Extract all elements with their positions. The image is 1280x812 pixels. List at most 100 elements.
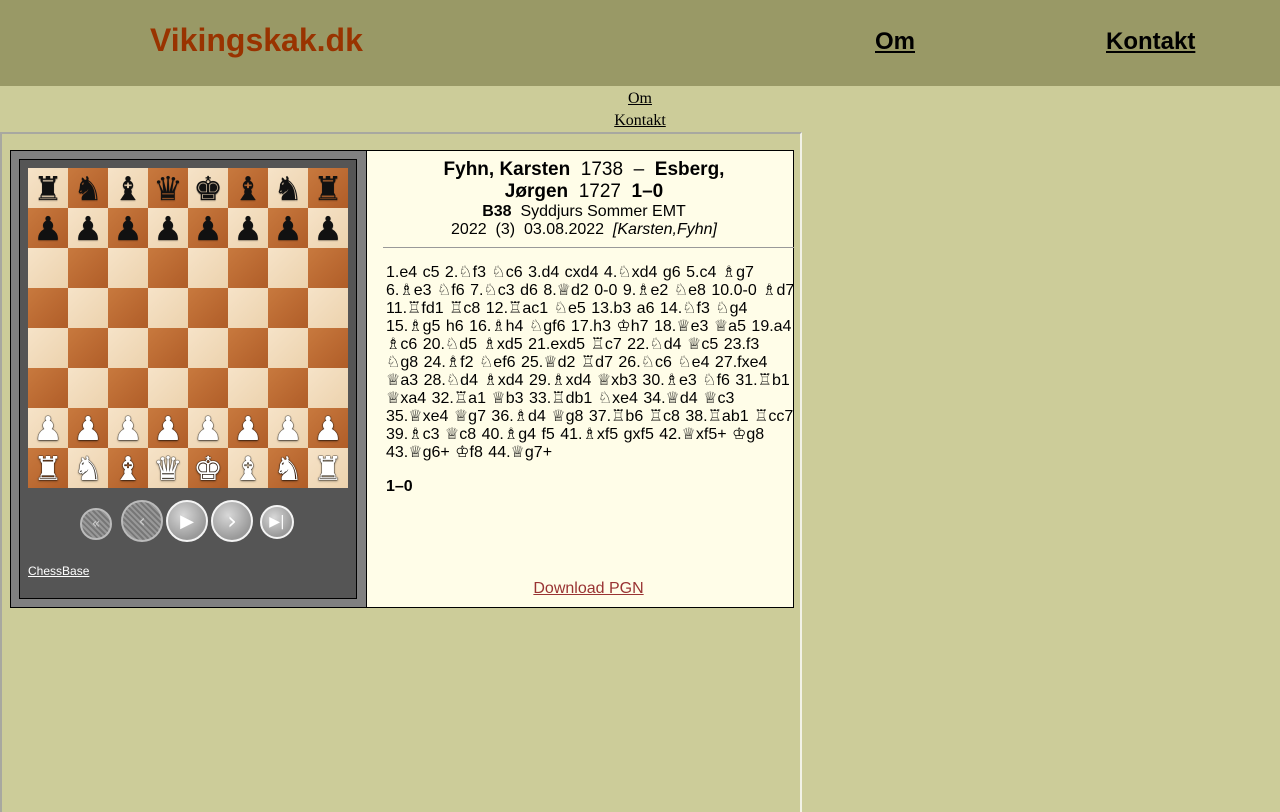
square-e4[interactable] xyxy=(188,328,228,368)
black-rook-icon[interactable]: ♜ xyxy=(33,172,63,205)
black-rook-icon[interactable]: ♜ xyxy=(313,172,343,205)
square-a5[interactable] xyxy=(28,288,68,328)
square-f2[interactable]: ♟ xyxy=(228,408,268,448)
square-g1[interactable]: ♞ xyxy=(268,448,308,488)
play-button[interactable]: ▶ xyxy=(166,500,208,542)
last-move-button[interactable]: ▶| xyxy=(260,505,294,539)
square-b1[interactable]: ♞ xyxy=(68,448,108,488)
square-d4[interactable] xyxy=(148,328,188,368)
square-h4[interactable] xyxy=(308,328,348,368)
black-pawn-icon[interactable]: ♟ xyxy=(193,212,223,245)
white-queen-icon[interactable]: ♛ xyxy=(153,452,183,485)
square-e1[interactable]: ♚ xyxy=(188,448,228,488)
square-b3[interactable] xyxy=(68,368,108,408)
square-g8[interactable]: ♞ xyxy=(268,168,308,208)
next-move-button[interactable]: › xyxy=(211,500,253,542)
black-pawn-icon[interactable]: ♟ xyxy=(73,212,103,245)
square-b6[interactable] xyxy=(68,248,108,288)
square-h1[interactable]: ♜ xyxy=(308,448,348,488)
square-e5[interactable] xyxy=(188,288,228,328)
square-a4[interactable] xyxy=(28,328,68,368)
header-nav-kontakt[interactable]: Kontakt xyxy=(1106,28,1195,56)
square-d3[interactable] xyxy=(148,368,188,408)
white-rook-icon[interactable]: ♜ xyxy=(33,452,63,485)
download-pgn-link[interactable]: Download PGN xyxy=(375,580,802,598)
square-a6[interactable] xyxy=(28,248,68,288)
square-f4[interactable] xyxy=(228,328,268,368)
square-f7[interactable]: ♟ xyxy=(228,208,268,248)
square-h3[interactable] xyxy=(308,368,348,408)
chessbase-link[interactable]: ChessBase xyxy=(28,564,89,578)
square-f3[interactable] xyxy=(228,368,268,408)
white-pawn-icon[interactable]: ♟ xyxy=(73,412,103,445)
square-d6[interactable] xyxy=(148,248,188,288)
square-b4[interactable] xyxy=(68,328,108,368)
square-f5[interactable] xyxy=(228,288,268,328)
square-g7[interactable]: ♟ xyxy=(268,208,308,248)
header-nav-om[interactable]: Om xyxy=(875,28,915,56)
square-f1[interactable]: ♝ xyxy=(228,448,268,488)
prev-move-button[interactable]: ‹ xyxy=(121,500,163,542)
square-b7[interactable]: ♟ xyxy=(68,208,108,248)
square-h2[interactable]: ♟ xyxy=(308,408,348,448)
square-a1[interactable]: ♜ xyxy=(28,448,68,488)
square-d7[interactable]: ♟ xyxy=(148,208,188,248)
square-c2[interactable]: ♟ xyxy=(108,408,148,448)
white-pawn-icon[interactable]: ♟ xyxy=(33,412,63,445)
square-a3[interactable] xyxy=(28,368,68,408)
square-a2[interactable]: ♟ xyxy=(28,408,68,448)
white-pawn-icon[interactable]: ♟ xyxy=(233,412,263,445)
subnav-om[interactable]: Om xyxy=(628,88,652,110)
square-d2[interactable]: ♟ xyxy=(148,408,188,448)
black-queen-icon[interactable]: ♛ xyxy=(153,172,183,205)
white-bishop-icon[interactable]: ♝ xyxy=(113,452,143,485)
white-bishop-icon[interactable]: ♝ xyxy=(233,452,263,485)
square-h6[interactable] xyxy=(308,248,348,288)
square-h5[interactable] xyxy=(308,288,348,328)
black-pawn-icon[interactable]: ♟ xyxy=(113,212,143,245)
square-g4[interactable] xyxy=(268,328,308,368)
square-d1[interactable]: ♛ xyxy=(148,448,188,488)
white-knight-icon[interactable]: ♞ xyxy=(73,452,103,485)
site-title[interactable]: Vikingskak.dk xyxy=(150,22,363,59)
square-e6[interactable] xyxy=(188,248,228,288)
square-b8[interactable]: ♞ xyxy=(68,168,108,208)
square-b5[interactable] xyxy=(68,288,108,328)
black-bishop-icon[interactable]: ♝ xyxy=(233,172,263,205)
white-rook-icon[interactable]: ♜ xyxy=(313,452,343,485)
chess-board[interactable]: ♜ ♞ ♝ ♛ ♚ ♝ ♞ ♜ ♟ ♟ ♟ ♟ ♟ ♟ ♟ ♟ ♟ ♟ ♟ ♟ ♟ ♟ ♟ ♟ ♜ ♞ ♝ ♛ ♚ ♝ ♞ ♜ xyxy=(28,168,348,488)
square-d5[interactable] xyxy=(148,288,188,328)
square-h7[interactable]: ♟ xyxy=(308,208,348,248)
square-c1[interactable]: ♝ xyxy=(108,448,148,488)
black-bishop-icon[interactable]: ♝ xyxy=(113,172,143,205)
square-c7[interactable]: ♟ xyxy=(108,208,148,248)
square-g3[interactable] xyxy=(268,368,308,408)
square-d8[interactable]: ♛ xyxy=(148,168,188,208)
white-knight-icon[interactable]: ♞ xyxy=(273,452,303,485)
square-g5[interactable] xyxy=(268,288,308,328)
square-f6[interactable] xyxy=(228,248,268,288)
square-c3[interactable] xyxy=(108,368,148,408)
first-move-button[interactable]: « xyxy=(80,508,112,540)
black-knight-icon[interactable]: ♞ xyxy=(73,172,103,205)
move-list[interactable]: 1.e4 c5 2.♘f3 ♘c6 3.d4 cxd4 4.♘xd4 g6 5.… xyxy=(386,264,796,462)
black-pawn-icon[interactable]: ♟ xyxy=(33,212,63,245)
white-pawn-icon[interactable]: ♟ xyxy=(193,412,223,445)
square-e7[interactable]: ♟ xyxy=(188,208,228,248)
black-knight-icon[interactable]: ♞ xyxy=(273,172,303,205)
square-c6[interactable] xyxy=(108,248,148,288)
square-f8[interactable]: ♝ xyxy=(228,168,268,208)
black-pawn-icon[interactable]: ♟ xyxy=(233,212,263,245)
white-pawn-icon[interactable]: ♟ xyxy=(153,412,183,445)
black-pawn-icon[interactable]: ♟ xyxy=(273,212,303,245)
black-pawn-icon[interactable]: ♟ xyxy=(313,212,343,245)
white-pawn-icon[interactable]: ♟ xyxy=(113,412,143,445)
white-pawn-icon[interactable]: ♟ xyxy=(273,412,303,445)
square-e3[interactable] xyxy=(188,368,228,408)
square-b2[interactable]: ♟ xyxy=(68,408,108,448)
square-c8[interactable]: ♝ xyxy=(108,168,148,208)
white-pawn-icon[interactable]: ♟ xyxy=(313,412,343,445)
square-c4[interactable] xyxy=(108,328,148,368)
square-a8[interactable]: ♜ xyxy=(28,168,68,208)
subnav-kontakt[interactable]: Kontakt xyxy=(614,110,666,132)
